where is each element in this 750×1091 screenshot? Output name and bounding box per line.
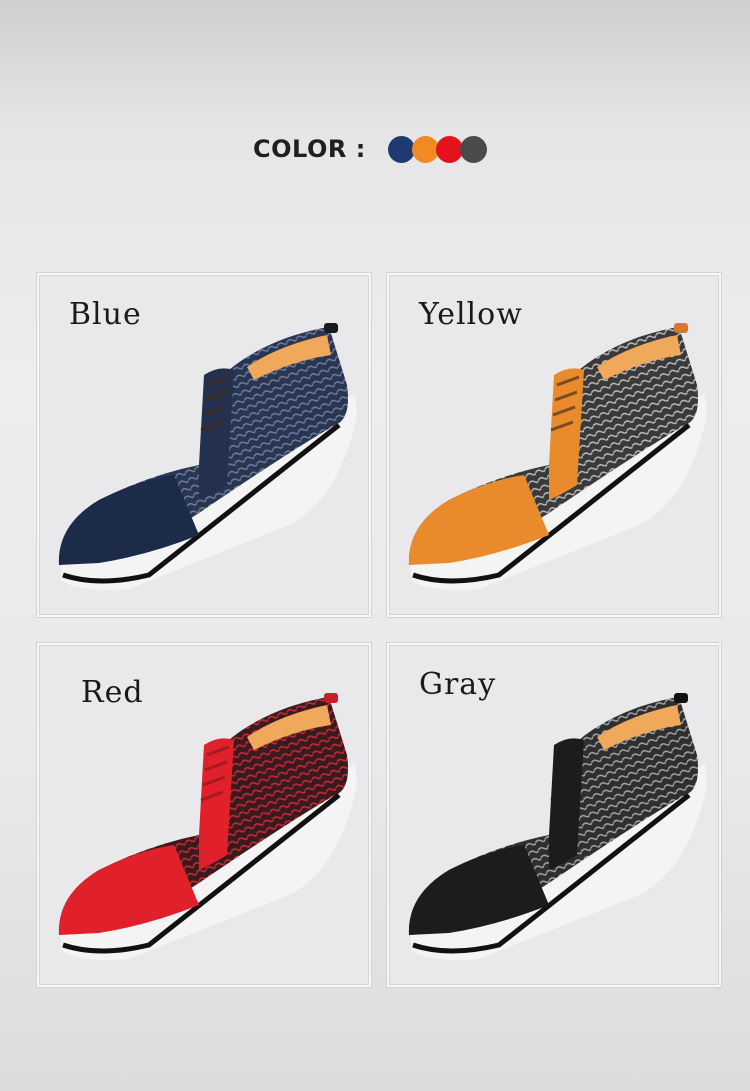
color-swatches: [387, 135, 487, 163]
swatch-red[interactable]: [435, 135, 463, 163]
swatch-gray[interactable]: [459, 135, 487, 163]
variant-card-blue[interactable]: Blue: [37, 273, 371, 617]
variant-label-blue: Blue: [69, 297, 142, 332]
variant-label-red: Red: [81, 675, 144, 710]
variant-card-red[interactable]: Red: [37, 643, 371, 987]
variant-card-gray[interactable]: Gray: [387, 643, 721, 987]
variant-card-yellow[interactable]: Yellow: [387, 273, 721, 617]
variant-label-gray: Gray: [419, 667, 497, 702]
variant-label-yellow: Yellow: [419, 297, 523, 332]
swatch-orange[interactable]: [411, 135, 439, 163]
color-label: COLOR :: [253, 135, 366, 163]
swatch-blue[interactable]: [387, 135, 415, 163]
color-header: COLOR :: [253, 132, 487, 166]
